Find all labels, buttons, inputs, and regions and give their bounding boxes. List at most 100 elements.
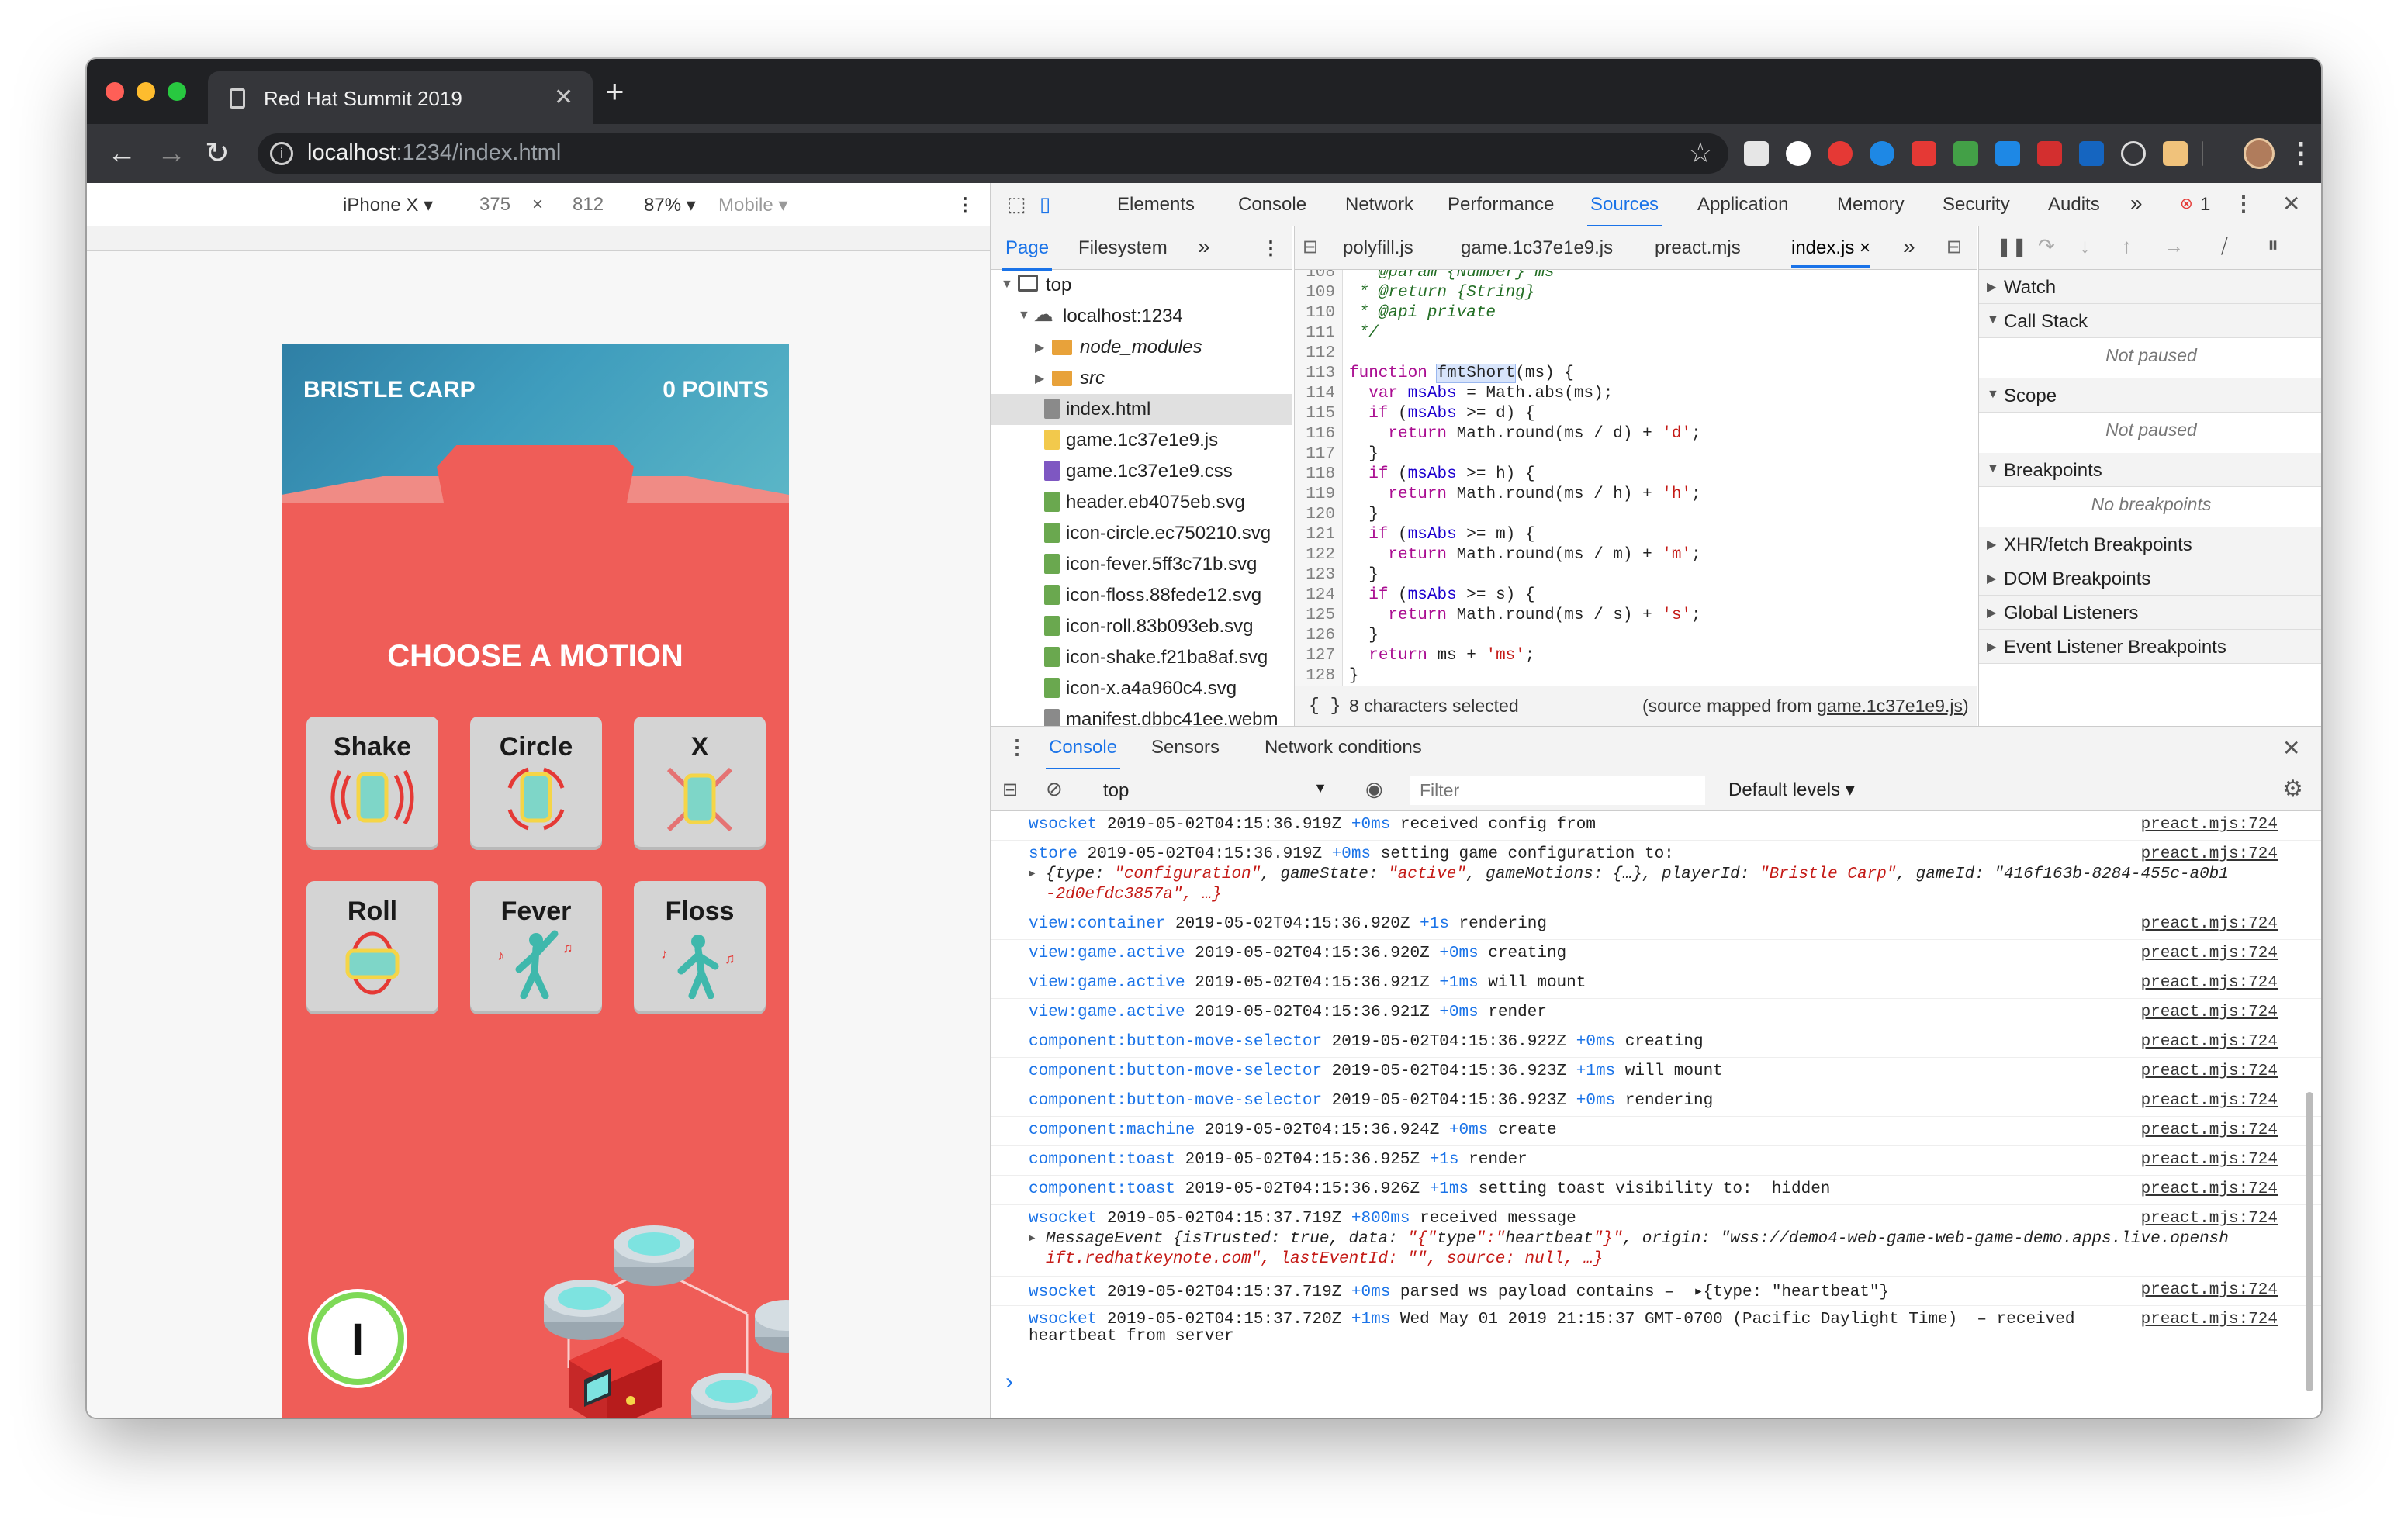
tree-item[interactable]: icon-shake.f21ba8af.svg [991,642,1292,673]
code-line[interactable]: 128} [1295,667,1977,686]
console-source-link[interactable]: preact.mjs:724 [2141,1180,2278,1198]
device-select[interactable]: iPhone X ▾ [343,194,433,216]
power-button[interactable]: I [311,1292,404,1385]
avatar[interactable] [2244,138,2275,169]
line-number[interactable]: 123 [1295,566,1335,584]
console-message[interactable]: wsocket 2019-05-02T04:15:37.719Z +800ms … [991,1205,2321,1277]
code-line[interactable]: 126 } [1295,627,1977,647]
tree-item[interactable]: icon-x.a4a960c4.svg [991,673,1292,704]
code-line[interactable]: 115 if (msAbs >= d) { [1295,405,1977,425]
mode-select[interactable]: Mobile ▾ [718,194,787,216]
console-message[interactable]: view:game.active 2019-05-02T04:15:36.920… [991,940,2321,969]
line-number[interactable]: 111 [1295,324,1335,342]
tab-security[interactable]: Security [1943,194,2010,216]
line-number[interactable]: 120 [1295,506,1335,523]
pretty-print-icon[interactable]: { } [1309,696,1341,716]
console-source-link[interactable]: preact.mjs:724 [2141,1311,2278,1328]
error-count[interactable]: 1 [2200,194,2210,216]
toggle-navigator-icon[interactable]: ⊟ [1303,236,1318,258]
code-line[interactable]: 122 return Math.round(ms / m) + 'm'; [1295,546,1977,566]
tree-item[interactable]: icon-fever.5ff3c71b.svg [991,549,1292,580]
console-message[interactable]: component:button-move-selector 2019-05-0… [991,1058,2321,1087]
error-icon[interactable]: ⊗ [2180,194,2193,213]
console-message[interactable]: wsocket 2019-05-02T04:15:36.919Z +0ms re… [991,811,2321,841]
media-query-bar[interactable] [87,226,990,251]
line-number[interactable]: 108 [1295,270,1335,282]
console-source-link[interactable]: preact.mjs:724 [2141,915,2278,933]
console-settings-gear-icon[interactable]: ⚙ [2282,776,2303,803]
tree-item[interactable]: ▼ ☁ localhost:1234 [991,301,1292,332]
motion-button-fever[interactable]: Fever ♪ ♫ [470,881,602,1011]
zoom-select[interactable]: 87% ▾ [644,194,696,216]
tab-audits[interactable]: Audits [2048,194,2100,216]
sidebar-section-header[interactable]: ▶ Global Listeners [1979,596,2321,630]
browser-tab[interactable]: Red Hat Summit 2019 ✕ [208,71,593,124]
editor-tab-index-js[interactable]: index.js × [1791,237,1871,268]
tree-item[interactable]: icon-circle.ec750210.svg [991,518,1292,549]
console-object-preview[interactable]: MessageEvent {isTrusted: true, data: "{"… [1046,1230,2229,1248]
console-source-link[interactable]: preact.mjs:724 [2141,945,2278,962]
disclosure-arrow-icon[interactable]: ▼ [1018,309,1030,323]
height-field[interactable]: 812 [573,194,604,216]
line-number[interactable]: 112 [1295,344,1335,362]
line-number[interactable]: 109 [1295,284,1335,302]
extension-icon[interactable] [1786,141,1811,166]
extension-icon[interactable] [1953,141,1978,166]
drawer-tab-sensors[interactable]: Sensors [1151,737,1220,758]
console-scrollbar[interactable] [2306,1092,2313,1391]
line-number[interactable]: 119 [1295,485,1335,503]
console-message[interactable]: view:game.active 2019-05-02T04:15:36.921… [991,999,2321,1028]
extension-icon[interactable] [2079,141,2104,166]
context-select[interactable]: top ▼ [1081,776,1337,805]
extension-icon[interactable] [2037,141,2062,166]
tab-performance[interactable]: Performance [1448,194,1554,216]
tab-console[interactable]: Console [1238,194,1306,216]
minimize-window-button[interactable] [137,82,155,101]
console-message[interactable]: component:toast 2019-05-02T04:15:36.926Z… [991,1176,2321,1205]
drawer-tab-console[interactable]: Console [1045,737,1121,771]
devtools-menu-icon[interactable]: ⋮ [2233,191,2254,216]
line-number[interactable]: 114 [1295,385,1335,403]
close-devtools-icon[interactable]: ✕ [2282,191,2300,216]
line-number[interactable]: 128 [1295,667,1335,685]
code-editor[interactable]: 108 * @param {Number} ms 109 * @return {S… [1294,270,1977,686]
step-into-icon[interactable]: ↓ [2080,234,2090,258]
console-source-link[interactable]: preact.mjs:724 [2141,845,2278,863]
close-window-button[interactable] [106,82,124,101]
clear-console-icon[interactable]: ⊘ [1046,777,1063,801]
code-line[interactable]: 108 * @param {Number} ms [1295,270,1977,284]
sidebar-section-header[interactable]: ▶ DOM Breakpoints [1979,561,2321,596]
motion-button-circle[interactable]: Circle [470,717,602,847]
code-line[interactable]: 116 return Math.round(ms / d) + 'd'; [1295,425,1977,445]
extension-icon[interactable] [1828,141,1853,166]
code-line[interactable]: 113 function fmtShort(ms) { [1295,364,1977,385]
inspect-icon[interactable]: ⬚ [1007,192,1026,216]
code-line[interactable]: 112 [1295,344,1977,364]
console-message[interactable]: wsocket 2019-05-02T04:15:37.720Z +1ms We… [991,1306,2321,1346]
tree-item[interactable]: icon-roll.83b093eb.svg [991,611,1292,642]
code-line[interactable]: 118 if (msAbs >= h) { [1295,465,1977,485]
step-over-icon[interactable]: ↷ [2038,234,2055,258]
code-line[interactable]: 110 * @api private [1295,304,1977,324]
device-toggle-icon[interactable]: ▯ [1040,192,1050,216]
console-source-link[interactable]: preact.mjs:724 [2141,1004,2278,1021]
reload-icon[interactable]: ↻ [205,135,230,172]
console-message[interactable]: view:container 2019-05-02T04:15:36.920Z … [991,910,2321,940]
pause-icon[interactable]: ❚❚ [1996,236,2027,258]
console-object-preview[interactable]: ift.redhatkeynote.com", lastEventId: "",… [1046,1250,1603,1268]
code-line[interactable]: 109 * @return {String} [1295,284,1977,304]
code-line[interactable]: 125 return Math.round(ms / s) + 's'; [1295,606,1977,627]
code-line[interactable]: 127 return ms + 'ms'; [1295,647,1977,667]
navigator-menu-icon[interactable]: ⋮ [1261,237,1280,260]
tab-elements[interactable]: Elements [1117,194,1195,216]
console-object-preview[interactable]: {type: "configuration", gameState: "acti… [1046,865,2229,883]
console-object-preview[interactable]: -2d0efdc3857a", …} [1046,886,1222,903]
line-number[interactable]: 116 [1295,425,1335,443]
console-source-link[interactable]: preact.mjs:724 [2141,1092,2278,1110]
extension-icon[interactable] [2121,141,2146,166]
code-line[interactable]: 119 return Math.round(ms / h) + 'h'; [1295,485,1977,506]
console-source-link[interactable]: preact.mjs:724 [2141,816,2278,834]
sidebar-section-header[interactable]: ▶ Event Listener Breakpoints [1979,630,2321,664]
extension-icon[interactable] [1995,141,2020,166]
console-message[interactable]: view:game.active 2019-05-02T04:15:36.921… [991,969,2321,999]
